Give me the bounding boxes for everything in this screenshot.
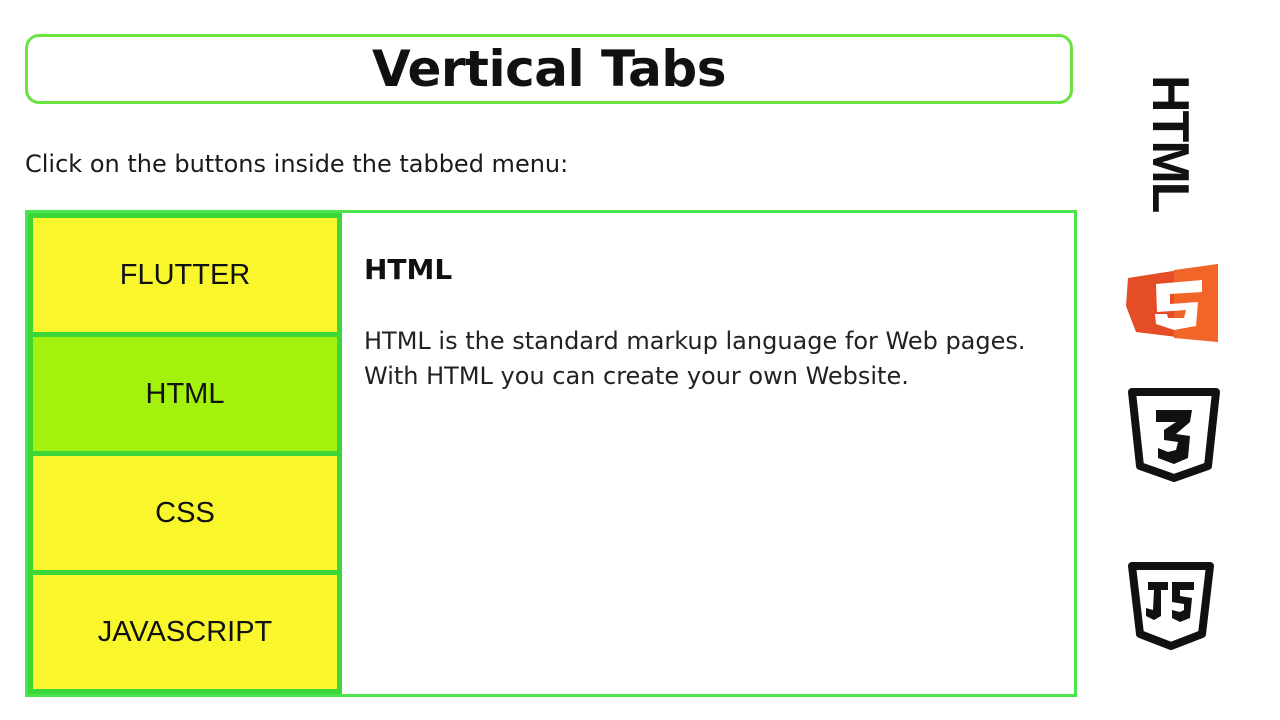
tab-list: FLUTTER HTML CSS JAVASCRIPT	[28, 213, 342, 694]
css3-shield-icon	[1128, 388, 1220, 482]
tabs-container: FLUTTER HTML CSS JAVASCRIPT HTML HTML is…	[25, 210, 1077, 697]
instruction-text: Click on the buttons inside the tabbed m…	[25, 150, 569, 178]
tab-css[interactable]: CSS	[28, 451, 342, 575]
js-shield-icon	[1128, 562, 1214, 650]
html5-shield-icon	[1126, 264, 1218, 342]
page-title: Vertical Tabs	[372, 40, 726, 98]
tab-html[interactable]: HTML	[28, 332, 342, 456]
content-line-2: With HTML you can create your own Websit…	[364, 362, 909, 390]
content-heading: HTML	[364, 253, 453, 286]
tab-flutter[interactable]: FLUTTER	[28, 213, 342, 337]
side-logos: HTML	[1120, 0, 1230, 720]
content-line-1: HTML is the standard markup language for…	[364, 327, 1026, 355]
content-text: HTML is the standard markup language for…	[364, 324, 1054, 394]
tab-javascript[interactable]: JAVASCRIPT	[28, 570, 342, 694]
title-box: Vertical Tabs	[25, 34, 1073, 104]
html-word-logo: HTML	[1145, 75, 1195, 213]
html-word-text: HTML	[1145, 75, 1195, 213]
tab-content-panel: HTML HTML is the standard markup languag…	[364, 213, 1074, 694]
